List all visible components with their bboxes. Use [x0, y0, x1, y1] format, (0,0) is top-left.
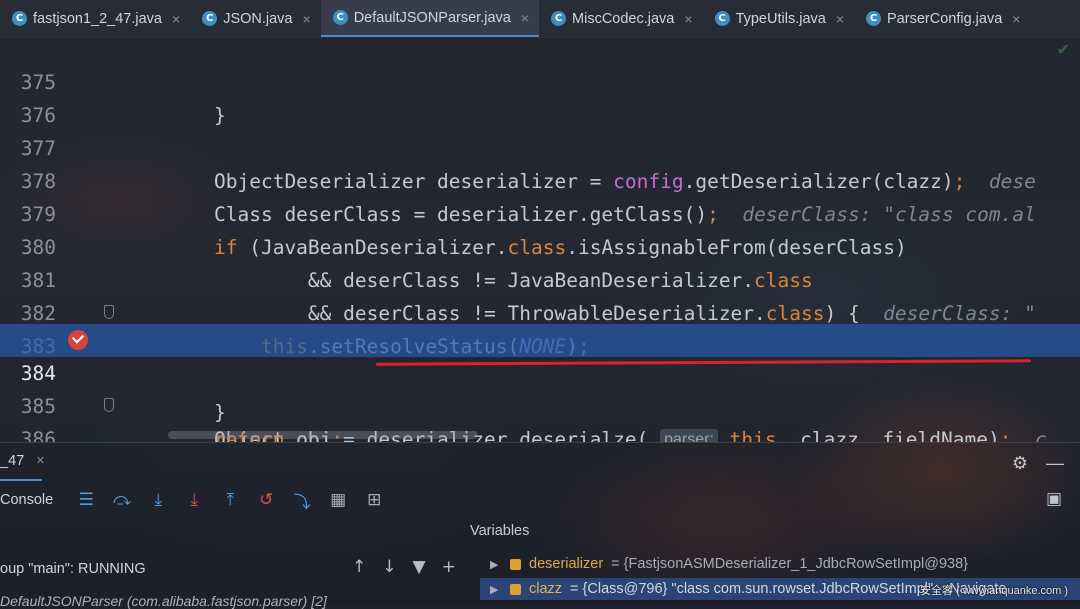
- class-icon: C: [866, 11, 882, 26]
- close-icon[interactable]: ×: [836, 11, 844, 27]
- variable-name: clazz: [529, 581, 563, 597]
- step-into-icon[interactable]: ⤓: [183, 490, 205, 510]
- breakpoint-icon[interactable]: [68, 330, 88, 350]
- up-arrow-icon[interactable]: ↑: [352, 557, 366, 577]
- console-tab[interactable]: Console: [0, 492, 53, 508]
- debug-toolbar: Console ☰ ⤼ ⤓ ⤓ ⤒ ↺ ⤵ ▦ ⊞: [0, 487, 385, 513]
- show-execution-point-icon[interactable]: ⤼: [111, 490, 133, 510]
- tab-label: DefaultJSONParser.java: [353, 9, 511, 26]
- variable-value: = {FastjsonASMDeserializer_1_JdbcRowSetI…: [611, 556, 969, 572]
- add-icon[interactable]: +: [442, 557, 456, 577]
- code-line: 379 if (JavaBeanDeserializer.class.isAss…: [0, 165, 1080, 259]
- minimize-icon[interactable]: —: [1046, 453, 1064, 474]
- debug-panel: _47 × ⚙ — Console ☰ ⤼ ⤓ ⤓ ⤒ ↺ ⤵ ▦ ⊞ ▣ Var…: [0, 442, 1080, 609]
- panel-tools: ⚙ —: [1012, 453, 1064, 474]
- editor-tab-bar: Cfastjson1_2_47.java × C JSON.java × C Default…: [0, 0, 1080, 38]
- code-line: 376: [0, 66, 1080, 127]
- tab-5[interactable]: C ParserConfig.java ×: [854, 0, 1030, 37]
- fold-end-icon[interactable]: [104, 305, 114, 319]
- code-line-current: 384 Object obj = deserializer.deserialze…: [0, 324, 1080, 442]
- close-icon[interactable]: ×: [36, 453, 44, 469]
- tab-2[interactable]: C DefaultJSONParser.java ×: [320, 0, 540, 37]
- step-over-icon[interactable]: ⤓: [147, 490, 169, 510]
- field-icon: [510, 583, 521, 595]
- debug-session-label: _47: [0, 453, 25, 469]
- close-icon[interactable]: ×: [684, 11, 692, 27]
- code-editor[interactable]: 375 } 376 377 ObjectDeserializer deseria…: [0, 37, 1080, 442]
- evaluate-expression-icon[interactable]: ▦: [327, 490, 349, 510]
- class-icon: C: [202, 11, 218, 26]
- thread-selector[interactable]: oup "main": RUNNING: [0, 561, 146, 577]
- down-arrow-icon[interactable]: ↓: [382, 557, 396, 577]
- class-icon: C: [714, 11, 730, 26]
- variables-title: Variables: [470, 523, 530, 539]
- code-line: 378 Class deserClass = deserializer.getC…: [0, 132, 1080, 226]
- layout-settings-icon[interactable]: ▣: [1046, 489, 1062, 509]
- class-icon: C: [551, 11, 567, 26]
- field-icon: [510, 558, 521, 570]
- class-icon: C: [332, 10, 348, 25]
- code-line: 386 }: [0, 390, 1080, 442]
- tab-1[interactable]: C JSON.java ×: [190, 0, 321, 37]
- tab-0[interactable]: Cfastjson1_2_47.java ×: [0, 0, 190, 37]
- debug-session-tab[interactable]: _47 ×: [0, 453, 45, 469]
- variable-name: deserializer: [529, 556, 604, 572]
- run-to-cursor-icon[interactable]: ⤵: [291, 488, 313, 513]
- close-icon[interactable]: ×: [303, 11, 311, 27]
- code-line: 380 && deserClass != JavaBeanDeserialize…: [0, 198, 1080, 292]
- close-icon[interactable]: ×: [172, 11, 180, 27]
- expand-arrow-icon[interactable]: ▶: [490, 583, 502, 596]
- active-tab-indicator: [0, 479, 42, 481]
- drop-frame-icon[interactable]: ↺: [255, 490, 277, 510]
- variable-row[interactable]: ▶ deserializer = {FastjsonASMDeserialize…: [490, 553, 968, 575]
- class-icon: C: [12, 11, 27, 26]
- code-line: 387: [0, 423, 1080, 442]
- tab-label: MiscCodec.java: [572, 10, 675, 27]
- tab-label: JSON.java: [223, 10, 293, 27]
- tab-4[interactable]: C TypeUtils.java ×: [703, 0, 854, 37]
- code-line: 381 && deserClass != ThrowableDeserializ…: [0, 231, 1080, 325]
- tab-label: ParserConfig.java: [887, 10, 1003, 27]
- horizontal-scrollbar[interactable]: [168, 431, 478, 439]
- code-line: 375 }: [0, 37, 1080, 127]
- fold-end-icon[interactable]: [104, 398, 114, 412]
- step-out-icon[interactable]: ⤒: [219, 490, 241, 510]
- frames-menu-icon[interactable]: ☰: [75, 490, 97, 510]
- frames-toolbar: ↑ ↓ ▼ +: [352, 557, 456, 577]
- close-icon[interactable]: ×: [521, 10, 529, 26]
- code-line: 377 ObjectDeserializer deserializer = co…: [0, 99, 1080, 193]
- frame-item[interactable]: DefaultJSONParser (com.alibaba.fastjson.…: [0, 593, 327, 609]
- tab-3[interactable]: C MiscCodec.java ×: [539, 0, 703, 37]
- filter-icon[interactable]: ▼: [413, 557, 426, 577]
- table-view-icon[interactable]: ⊞: [363, 490, 385, 510]
- close-icon[interactable]: ×: [1012, 11, 1020, 27]
- tab-label: fastjson1_2_47.java: [33, 10, 162, 27]
- code-line: 382 this.setResolveStatus(NONE);: [0, 264, 1080, 358]
- settings-icon[interactable]: ⚙: [1012, 453, 1028, 474]
- watermark: 安全客 ( www.anquanke.com ): [920, 585, 1068, 597]
- expand-arrow-icon[interactable]: ▶: [490, 558, 502, 571]
- tab-label: TypeUtils.java: [735, 10, 826, 27]
